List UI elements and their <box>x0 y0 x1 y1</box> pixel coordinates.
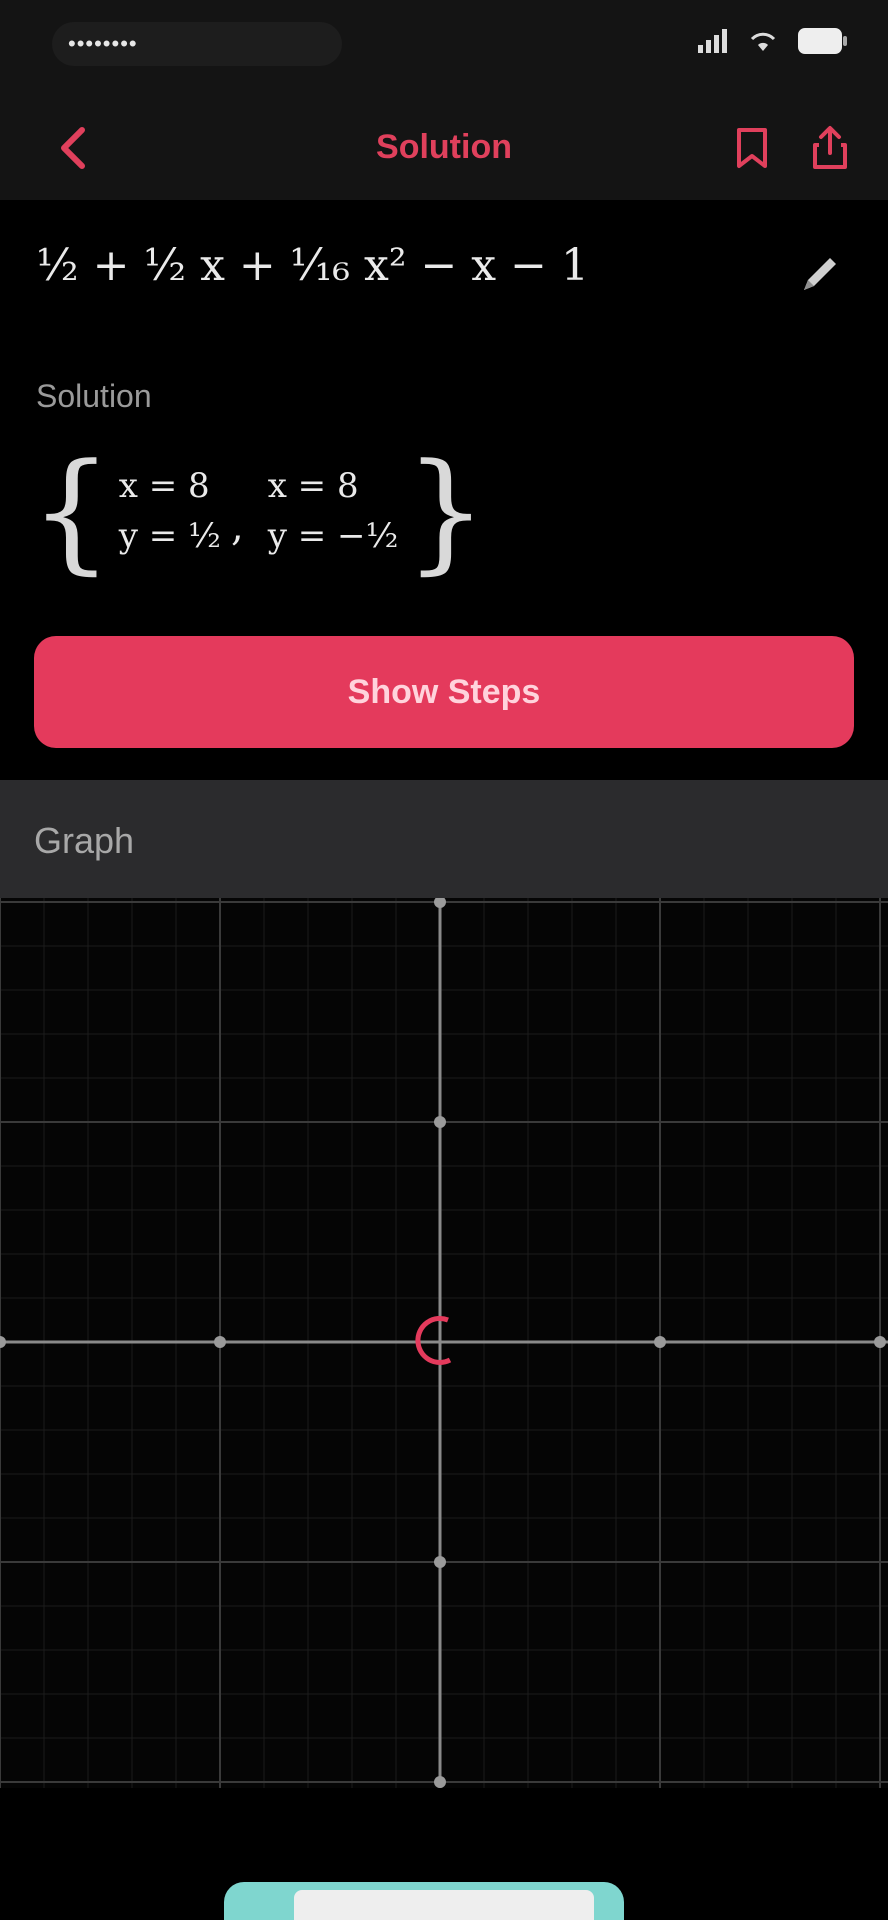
pencil-icon <box>798 252 842 301</box>
nav-actions <box>724 120 858 180</box>
x-axis-tick <box>214 1336 226 1348</box>
status-bar: •••••••• <box>0 0 888 100</box>
y-axis-tick <box>434 1776 446 1788</box>
solution-label: Solution <box>36 378 152 414</box>
system-icons <box>698 28 848 54</box>
graph-plot[interactable] <box>0 898 888 1788</box>
status-label: •••••••• <box>68 31 138 56</box>
signal-icon <box>698 29 728 53</box>
solution-x: x = 8 <box>267 466 359 506</box>
graph-label: Graph <box>34 820 135 861</box>
solution-pair: x = 8 y = −½ <box>262 466 405 556</box>
status-pill: •••••••• <box>52 22 342 66</box>
close-brace: } <box>404 435 488 587</box>
share-button[interactable] <box>802 120 858 180</box>
solution-set: { x = 8 y = ½ , x = 8 y = −½ } <box>30 446 487 576</box>
separator: , <box>230 504 244 550</box>
nav-bar: Solution <box>0 100 888 200</box>
x-axis-tick <box>874 1336 886 1348</box>
solution-pair: x = 8 y = ½ <box>113 466 227 556</box>
y-axis-tick <box>434 1116 446 1128</box>
solution-y: y = −½ <box>267 516 399 556</box>
y-axis-tick <box>434 1556 446 1568</box>
solution-card: ½ + ¹⁄₂ x + ¹⁄₁₆ x² − x − 1 Solution { x… <box>0 200 888 770</box>
y-axis-tick <box>434 898 446 908</box>
battery-icon <box>798 28 848 54</box>
home-indicator[interactable] <box>224 1882 624 1920</box>
home-indicator-bar <box>294 1890 594 1920</box>
wifi-icon <box>748 29 778 53</box>
graph-header: Graph <box>0 780 888 898</box>
solution-x: x = 8 <box>118 466 210 506</box>
x-axis-tick <box>0 1336 6 1348</box>
bookmark-button[interactable] <box>724 120 780 180</box>
bookmark-icon <box>735 126 769 175</box>
show-steps-button[interactable]: Show Steps <box>34 636 854 748</box>
x-axis-tick <box>654 1336 666 1348</box>
open-brace: { <box>30 435 113 587</box>
curve-near-origin <box>415 1315 452 1365</box>
solution-y: y = ½ <box>118 516 221 556</box>
edit-button[interactable] <box>792 248 848 304</box>
share-icon <box>811 125 849 176</box>
equation: ½ + ¹⁄₂ x + ¹⁄₁₆ x² − x − 1 <box>36 240 589 291</box>
graph-canvas[interactable] <box>0 898 888 1788</box>
